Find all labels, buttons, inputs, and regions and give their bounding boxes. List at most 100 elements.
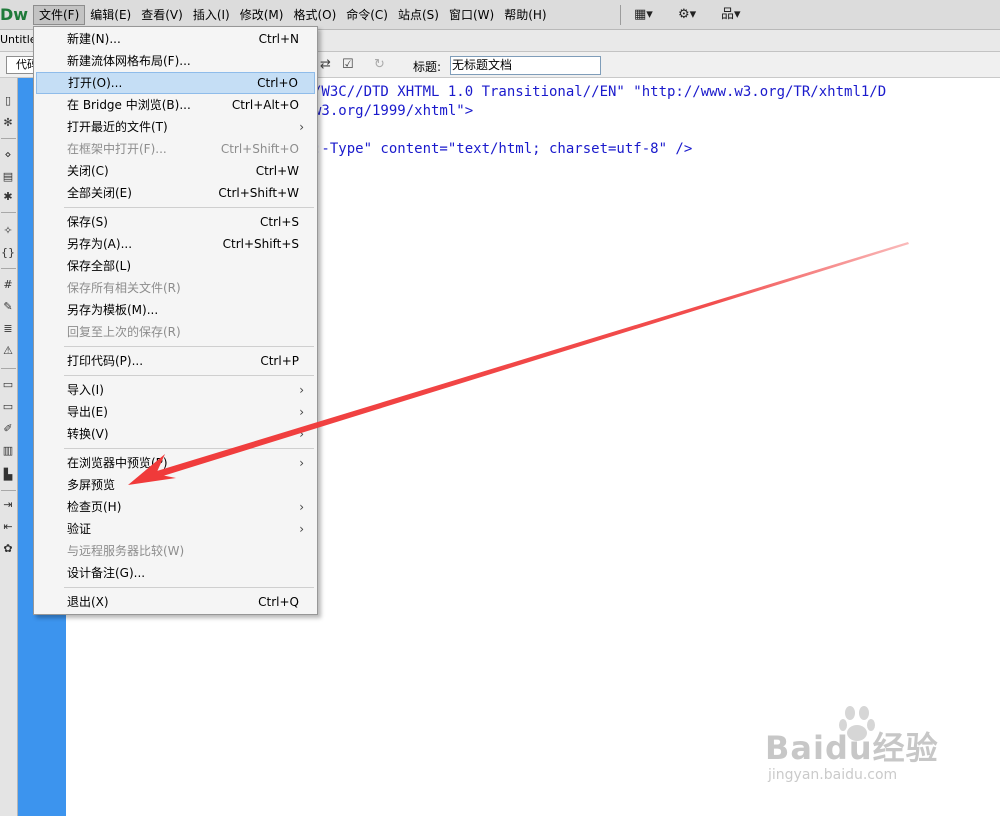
menu-item-label: 回复至上次的保存(R) [67,325,181,339]
menu-format[interactable]: 格式(O) [288,5,341,25]
title-label: 标题: [413,60,442,74]
indent-icon[interactable]: ⇥ [1,498,15,512]
code-line[interactable]: /W3C//DTD XHTML 1.0 Transitional//EN" "h… [313,84,886,100]
word-wrap-icon[interactable]: ≣ [1,322,15,336]
apply-comment-icon[interactable]: ▭ [1,378,15,392]
menu-item-label: 全部关闭(E) [67,186,132,200]
menu-item-label: 在 Bridge 中浏览(B)... [67,98,191,112]
code-line[interactable]: :-Type" content="text/html; charset=utf-… [313,141,692,157]
menu-item[interactable]: 验证 › [36,518,315,540]
menu-item: 保存所有相关文件(R) [36,277,315,299]
title-input[interactable]: 无标题文档 [450,56,601,75]
validate-icon[interactable]: ☑ [342,57,354,72]
menu-item-label: 关闭(C) [67,164,109,178]
menu-modify[interactable]: 修改(M) [235,5,289,25]
menu-item-label: 打印代码(P)... [67,354,144,368]
submenu-arrow-icon: › [299,120,304,134]
menu-item[interactable]: 新建(N)... Ctrl+N [36,28,315,50]
menu-edit[interactable]: 编辑(E) [85,5,136,25]
menu-item[interactable]: 在浏览器中预览(P) › [36,452,315,474]
highlight-invalid-icon[interactable]: ✎ [1,300,15,314]
menu-item[interactable]: 转换(V) › [36,423,315,445]
menu-item: 在框架中打开(F)... Ctrl+Shift+O [36,138,315,160]
syntax-error-icon[interactable]: ⚠ [1,344,15,358]
menu-separator [64,375,314,376]
collapse-selection-icon[interactable]: ▤ [1,170,15,184]
wrap-tag-icon[interactable]: ✐ [1,422,15,436]
menu-item[interactable]: 另存为(A)... Ctrl+Shift+S [36,233,315,255]
menu-item[interactable]: 导出(E) › [36,401,315,423]
menu-item-shortcut: Ctrl+P [260,354,299,368]
menu-item-label: 导入(I) [67,383,104,397]
menu-item[interactable]: 关闭(C) Ctrl+W [36,160,315,182]
menu-commands[interactable]: 命令(C) [341,5,393,25]
menu-item-shortcut: Ctrl+N [258,32,299,46]
menu-item: 与远程服务器比较(W) [36,540,315,562]
menu-item-label: 在浏览器中预览(P) [67,456,168,470]
collapse-tag-icon[interactable]: ⋄ [1,148,15,162]
recent-snippets-icon[interactable]: ▥ [1,444,15,458]
outdent-icon[interactable]: ⇤ [1,520,15,534]
submenu-arrow-icon: › [299,427,304,441]
menu-window[interactable]: 窗口(W) [444,5,499,25]
coding-toolbar: ▯ ✻ ⋄ ▤ ✱ ✧ {} # ✎ ≣ ⚠ ▭ ▭ ✐ ▥ ▙ ⇥ ⇤ ✿ [0,78,18,816]
move-css-icon[interactable]: ▙ [1,468,15,482]
menu-site[interactable]: 站点(S) [393,5,444,25]
submenu-arrow-icon: › [299,383,304,397]
menu-item-label: 检查页(H) [67,500,122,514]
file-menu-dropdown: 新建(N)... Ctrl+N 新建流体网格布局(F)... 打开(O)... Ctrl… [33,26,318,615]
menu-item[interactable]: 另存为模板(M)... [36,299,315,321]
toolstrip-divider [1,268,16,269]
site-icon[interactable]: 品▾ [721,6,741,24]
menu-item[interactable]: 保存(S) Ctrl+S [36,211,315,233]
menu-item-shortcut: Ctrl+Shift+O [220,142,299,156]
menu-item[interactable]: 新建流体网格布局(F)... [36,50,315,72]
menu-item-label: 转换(V) [67,427,109,441]
menubar-divider [620,5,621,25]
remove-comment-icon[interactable]: ▭ [1,400,15,414]
expand-all-icon[interactable]: ✱ [1,190,15,204]
toolstrip-divider [1,490,16,491]
menu-item[interactable]: 在 Bridge 中浏览(B)... Ctrl+Alt+O [36,94,315,116]
menu-item-label: 打开(O)... [68,76,123,90]
toolstrip-divider [1,368,16,369]
file-management-icon[interactable]: ⇄ [320,57,331,72]
code-line[interactable]: w3.org/1999/xhtml"> [313,103,473,119]
document-tab[interactable]: Untitle [0,33,37,46]
menu-items: 文件(F) 编辑(E) 查看(V) 插入(I) 修改(M) 格式(O) 命令(C… [33,5,552,25]
menu-item-label: 在框架中打开(F)... [67,142,167,156]
sun-icon[interactable]: ✻ [1,116,15,130]
menu-separator [64,346,314,347]
menu-item-label: 保存全部(L) [67,259,132,273]
menu-item[interactable]: 检查页(H) › [36,496,315,518]
menu-item[interactable]: 导入(I) › [36,379,315,401]
menu-item[interactable]: 多屏预览 [36,474,315,496]
menu-item-label: 导出(E) [67,405,108,419]
menu-item[interactable]: 打印代码(P)... Ctrl+P [36,350,315,372]
menu-item[interactable]: 保存全部(L) [36,255,315,277]
menu-item-label: 与远程服务器比较(W) [67,544,185,558]
menu-item[interactable]: 设计备注(G)... [36,562,315,584]
layout-icon[interactable]: ▦▾ [634,6,653,24]
balance-braces-icon[interactable]: {} [1,246,15,260]
menu-view[interactable]: 查看(V) [136,5,188,25]
menu-item[interactable]: 打开(O)... Ctrl+O [36,72,315,94]
line-numbers-icon[interactable]: # [1,278,15,292]
open-documents-icon[interactable]: ▯ [1,94,15,108]
menu-item[interactable]: 退出(X) Ctrl+Q [36,591,315,613]
app-logo: Dw [0,5,29,24]
menu-item: 回复至上次的保存(R) [36,321,315,343]
format-source-icon[interactable]: ✿ [1,542,15,556]
menu-item-shortcut: Ctrl+S [259,215,299,229]
menu-item[interactable]: 全部关闭(E) Ctrl+Shift+W [36,182,315,204]
refresh-icon[interactable]: ↻ [374,57,385,72]
gear-icon[interactable]: ⚙▾ [678,6,696,24]
menu-file[interactable]: 文件(F) [33,5,86,25]
menu-item[interactable]: 打开最近的文件(T) › [36,116,315,138]
menu-help[interactable]: 帮助(H) [499,5,551,25]
menu-item-label: 多屏预览 [67,478,116,492]
select-parent-tag-icon[interactable]: ✧ [1,224,15,238]
menu-item-label: 设计备注(G)... [67,566,146,580]
menu-insert[interactable]: 插入(I) [188,5,235,25]
menu-item-label: 另存为(A)... [67,237,133,251]
